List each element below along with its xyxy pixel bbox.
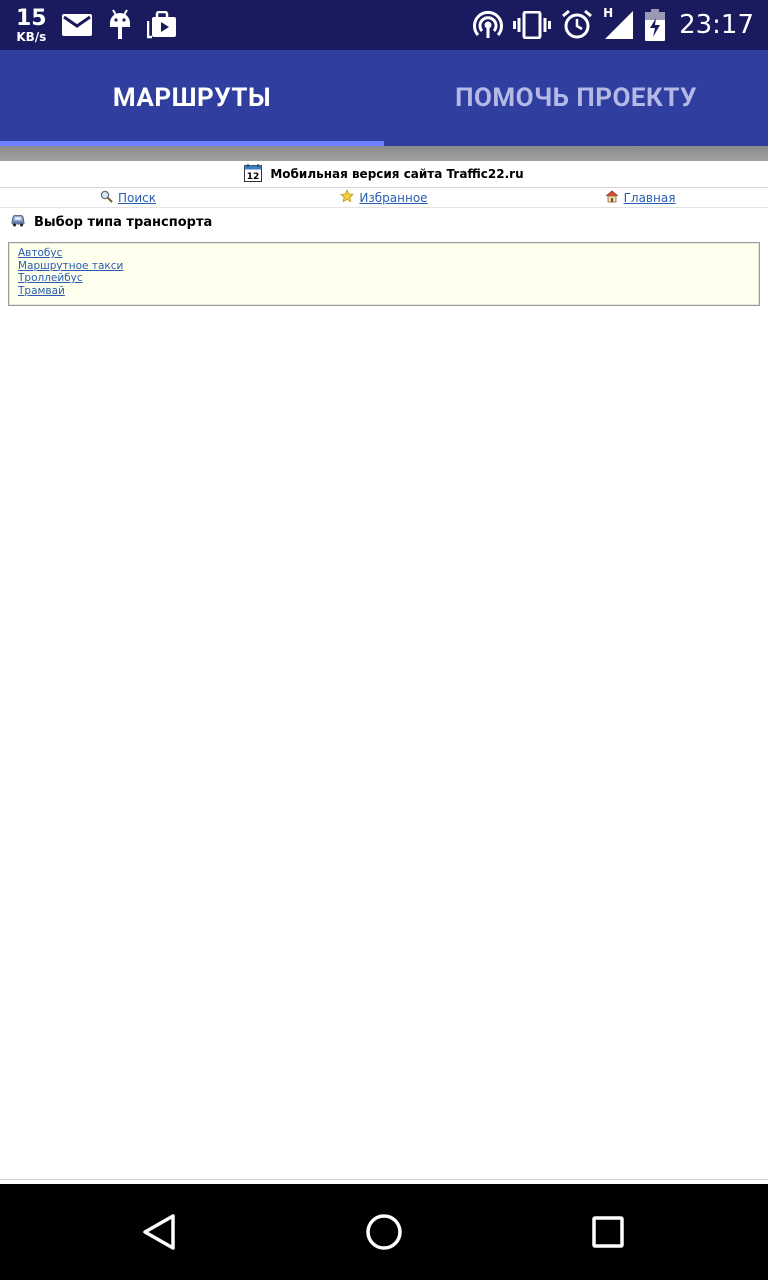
status-bar-left: 15 KB/s xyxy=(16,0,191,50)
site-header: 12 Мобильная версия сайта Traffic22.ru xyxy=(0,161,768,188)
tab-bar-shadow xyxy=(0,146,768,161)
webview-content[interactable]: 12 Мобильная версия сайта Traffic22.ru П… xyxy=(0,161,768,1180)
home-icon xyxy=(605,189,619,206)
network-speed: 15 KB/s xyxy=(16,5,47,44)
tab-help-project[interactable]: ПОМОЧЬ ПРОЕКТУ xyxy=(384,50,768,146)
home-button[interactable] xyxy=(336,1184,432,1280)
back-button[interactable] xyxy=(112,1184,208,1280)
transport-type-list: Автобус Маршрутное такси Троллейбус Трам… xyxy=(8,242,760,306)
back-triangle-icon xyxy=(143,1214,175,1250)
nav-cell-home: Главная xyxy=(512,189,768,206)
battery-charging-icon xyxy=(645,9,666,41)
vibrate-icon xyxy=(513,11,552,39)
home-link[interactable]: Главная xyxy=(624,191,676,205)
mail-icon xyxy=(61,13,93,37)
signal-icon: H xyxy=(603,6,635,40)
home-circle-icon xyxy=(366,1214,402,1250)
network-speed-value: 15 xyxy=(16,5,47,31)
nav-cell-search: Поиск xyxy=(0,190,256,206)
favorites-link[interactable]: Избранное xyxy=(359,191,427,205)
site-nav: Поиск Избранное Главная xyxy=(0,188,768,208)
search-link[interactable]: Поиск xyxy=(118,191,156,205)
transport-link-trolleybus[interactable]: Троллейбус xyxy=(18,272,750,285)
status-clock: 23:17 xyxy=(679,10,754,40)
section-title-text: Выбор типа транспорта xyxy=(34,214,213,230)
app-tab-bar: МАРШРУТЫ ПОМОЧЬ ПРОЕКТУ xyxy=(0,50,768,146)
alarm-icon xyxy=(561,9,593,41)
calendar-icon: 12 xyxy=(244,163,263,185)
transport-link-tram[interactable]: Трамвай xyxy=(18,285,750,298)
recents-square-icon xyxy=(592,1216,624,1248)
magnifier-icon xyxy=(100,190,113,206)
section-title: Выбор типа транспорта xyxy=(0,208,768,236)
webview-bottom-border xyxy=(0,1179,768,1180)
status-bar: 15 KB/s H 23:17 xyxy=(0,0,768,50)
transport-link-bus[interactable]: Автобус xyxy=(18,247,750,260)
network-type-label: H xyxy=(603,6,614,20)
calendar-day: 12 xyxy=(247,172,260,182)
hotspot-icon xyxy=(473,10,504,40)
transport-link-minibus[interactable]: Маршрутное такси xyxy=(18,260,750,273)
site-header-title: Мобильная версия сайта Traffic22.ru xyxy=(270,167,524,181)
recents-button[interactable] xyxy=(560,1184,656,1280)
bus-icon xyxy=(10,213,26,231)
status-bar-right: H 23:17 xyxy=(473,0,754,50)
star-icon xyxy=(340,189,355,206)
network-speed-unit: KB/s xyxy=(16,29,47,44)
store-icon xyxy=(146,11,177,39)
android-debug-icon xyxy=(107,9,133,41)
system-nav-bar xyxy=(0,1184,768,1280)
nav-cell-favorites: Избранное xyxy=(256,189,512,206)
tab-routes[interactable]: МАРШРУТЫ xyxy=(0,50,384,146)
